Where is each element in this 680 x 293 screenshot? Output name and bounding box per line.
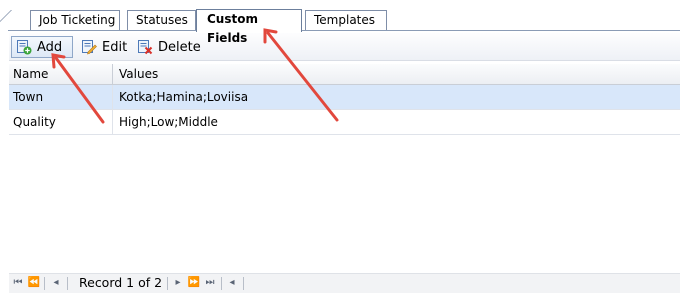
table-row[interactable]: Town Kotka;Hamina;Loviisa — [9, 85, 680, 110]
delete-document-icon — [138, 40, 153, 55]
column-header-values[interactable]: Values — [113, 64, 680, 84]
nav-separator — [44, 277, 45, 290]
cell-name: Quality — [9, 110, 113, 134]
tab-templates[interactable]: Templates — [305, 10, 387, 30]
previous-record-icon[interactable]: ◂ — [49, 276, 63, 290]
cell-values: High;Low;Middle — [119, 115, 218, 129]
add-button-label: Add — [37, 39, 63, 55]
nav-separator — [221, 277, 222, 290]
scroll-left-icon[interactable]: ◂ — [225, 276, 239, 290]
first-page-icon[interactable]: ⏮ — [11, 276, 25, 290]
nav-separator — [243, 277, 244, 290]
record-navigator: ⏮ ⏪ ◂ Record 1 of 2 ▸ ⏩ ⏭ ◂ — [9, 273, 680, 293]
add-button[interactable]: Add — [11, 36, 73, 58]
tab-statuses[interactable]: Statuses — [127, 10, 196, 30]
cell-name: Town — [9, 85, 113, 109]
record-counter: Record 1 of 2 — [79, 275, 163, 290]
nav-separator — [67, 277, 68, 290]
next-record-icon[interactable]: ▸ — [171, 276, 185, 290]
grid-header: Name Values — [9, 64, 680, 85]
edit-document-icon — [82, 40, 97, 55]
table-row[interactable]: Quality High;Low;Middle — [9, 110, 680, 135]
delete-button-label: Delete — [158, 39, 201, 55]
cell-values: Kotka;Hamina;Loviisa — [119, 90, 249, 104]
previous-page-icon[interactable]: ⏪ — [27, 276, 41, 290]
tab-strip-baseline — [8, 30, 680, 31]
tab-job-ticketing[interactable]: Job Ticketing — [30, 10, 120, 30]
tab-custom-fields[interactable]: Custom Fields — [196, 9, 302, 45]
edit-button-label: Edit — [102, 39, 128, 55]
next-page-icon[interactable]: ⏩ — [187, 276, 201, 290]
delete-button[interactable]: Delete — [133, 36, 215, 58]
edit-button[interactable]: Edit — [77, 36, 133, 58]
last-page-icon[interactable]: ⏭ — [203, 276, 217, 290]
tab-strip: Job Ticketing Statuses Templates Custom … — [0, 0, 680, 45]
nav-separator — [167, 277, 168, 290]
column-header-name[interactable]: Name — [9, 64, 113, 84]
grid-toolbar: Add Edit Delete — [9, 33, 680, 61]
add-document-icon — [17, 40, 32, 55]
